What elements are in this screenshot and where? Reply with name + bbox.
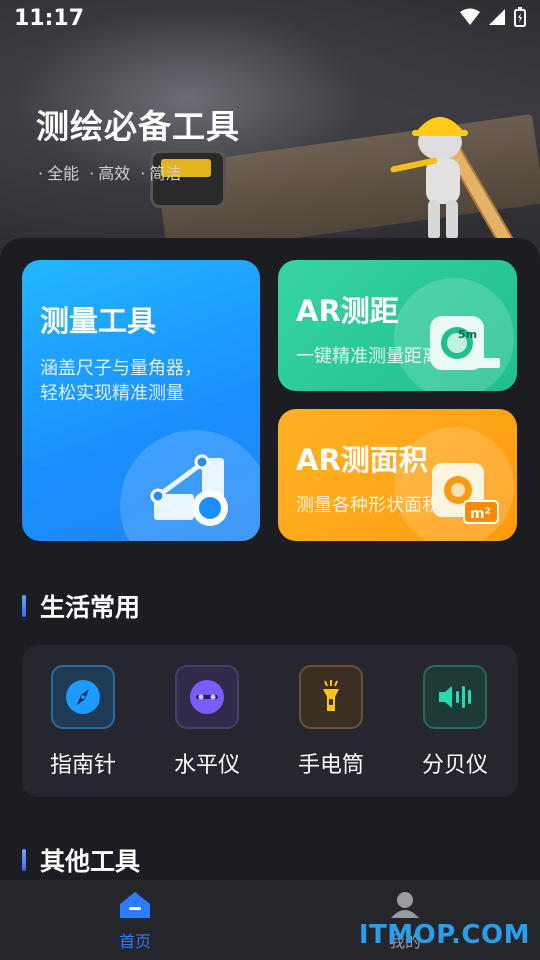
status-time: 11:17 (14, 6, 85, 31)
tape-measure-icon: 5m (430, 316, 500, 370)
battery-icon (514, 7, 526, 27)
card-desc: 一键精准测量距离 (296, 346, 440, 367)
hero-tag: 高效 (89, 160, 130, 184)
card-title: 测量工具 (40, 304, 157, 338)
tool-flashlight[interactable]: 手电筒 (283, 665, 379, 779)
user-icon (391, 892, 419, 918)
card-title: AR测距 (296, 294, 399, 328)
hero-title: 测绘必备工具 (36, 107, 240, 146)
signal-icon (489, 9, 505, 25)
card-desc: 涵盖尺子与量角器， 轻松实现精准测量 (40, 356, 202, 406)
section-accent-bar (22, 595, 26, 617)
area-measure-icon: m² (432, 463, 499, 524)
decibel-icon (423, 665, 487, 729)
tape-icon-text: 5m (458, 328, 477, 341)
compass-icon (51, 665, 115, 729)
watermark-text: ITMOP.COM (358, 920, 530, 950)
section-title-text: 其他工具 (40, 847, 141, 876)
nav-home[interactable]: 首页 (85, 890, 185, 952)
card-desc: 测量各种形状面积 (296, 495, 440, 516)
section-title-daily: 生活常用 (22, 588, 140, 624)
card-desc-line: 轻松实现精准测量 (40, 383, 184, 404)
tool-label: 水平仪 (173, 753, 240, 778)
measure-tools-card[interactable]: 测量工具 涵盖尺子与量角器， 轻松实现精准测量 (22, 260, 260, 541)
ar-area-card[interactable]: AR测面积 测量各种形状面积 m² (278, 409, 517, 541)
ar-distance-card[interactable]: AR测距 一键精准测量距离 5m (278, 260, 517, 391)
tool-label: 手电筒 (297, 753, 364, 778)
tool-level[interactable]: 水平仪 (159, 665, 255, 779)
ruler-protractor-icon (150, 454, 228, 526)
hero-tags: 全能 高效 简洁 (38, 160, 181, 184)
wifi-icon (460, 8, 480, 25)
section-title-other: 其他工具 (22, 842, 140, 878)
hero-tag: 简洁 (140, 160, 181, 184)
daily-tools-panel: 指南针 水平仪 手电筒 分贝仪 (22, 645, 518, 797)
card-desc-line: 涵盖尺子与量角器， (40, 358, 202, 379)
level-icon (175, 665, 239, 729)
hero-tag: 全能 (38, 160, 79, 184)
section-title-text: 生活常用 (40, 593, 141, 622)
status-icons (460, 7, 526, 27)
tool-label: 分贝仪 (421, 753, 488, 778)
worker-mascot-image (390, 117, 517, 250)
home-icon (120, 892, 150, 918)
nav-label: 首页 (118, 932, 151, 951)
flashlight-icon (299, 665, 363, 729)
tool-compass[interactable]: 指南针 (35, 665, 131, 779)
tool-label: 指南针 (49, 753, 116, 778)
area-icon-text: m² (470, 506, 491, 522)
section-accent-bar (22, 849, 26, 871)
tool-decibel[interactable]: 分贝仪 (407, 665, 503, 779)
